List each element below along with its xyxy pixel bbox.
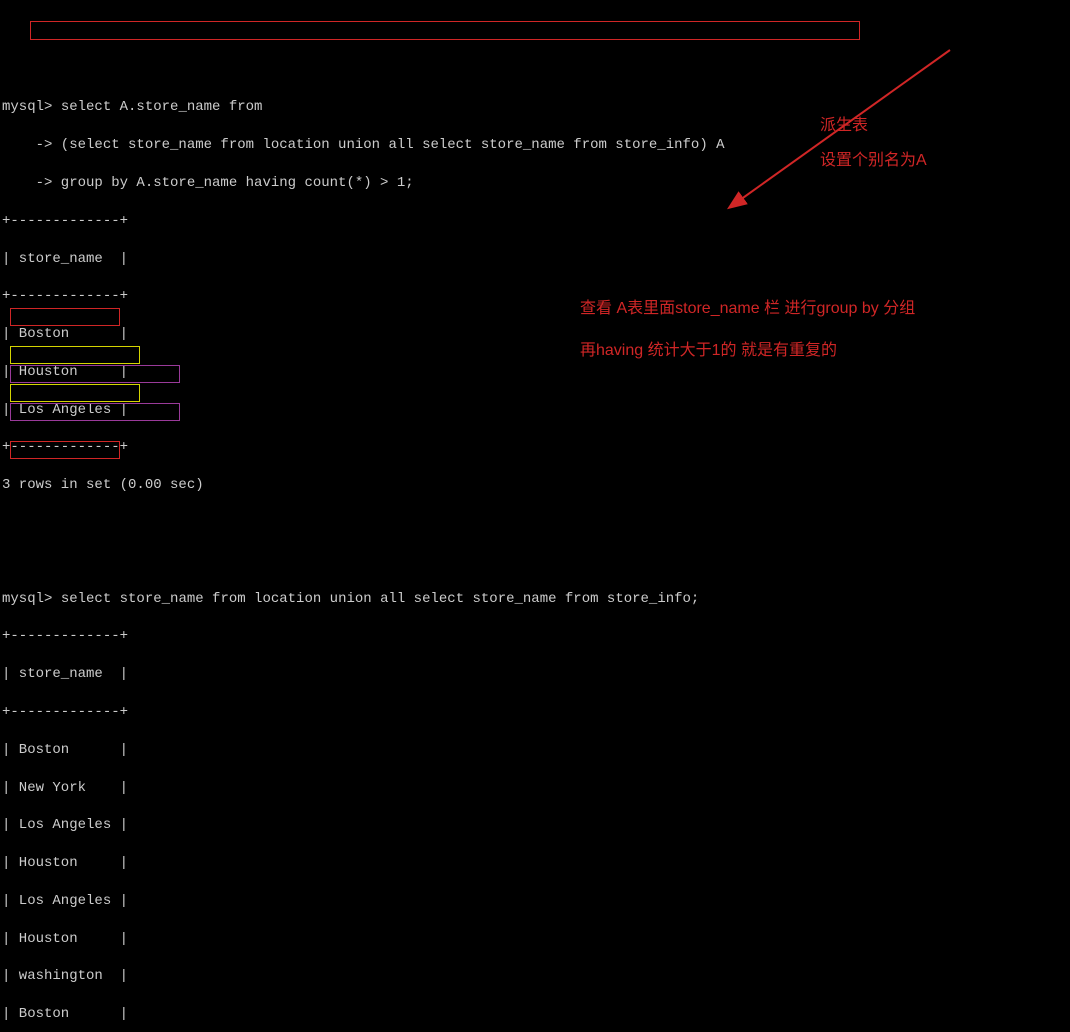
mysql-prompt: mysql> [2,591,52,607]
table-row: | Boston | [2,1005,1068,1024]
highlight-la-1 [10,346,140,364]
table-row: | Los Angeles | [2,401,1068,420]
annotation-having: 再having 统计大于1的 就是有重复的 [580,340,837,362]
mysql-prompt: mysql> [2,99,52,115]
annotation-groupby: 查看 A表里面store_name 栏 进行group by 分组 [580,298,915,320]
annotation-derived-table: 派生表 [820,115,868,137]
table-row: | Los Angeles | [2,816,1068,835]
table-separator: +-------------+ [2,212,1068,231]
table-separator: +-------------+ [2,438,1068,457]
table-header: | store_name | [2,250,1068,269]
table-row: | Los Angeles | [2,892,1068,911]
table-row: | Boston | [2,325,1068,344]
table-separator: +-------------+ [2,703,1068,722]
highlight-boston-1 [10,308,120,326]
sql-prompt-line: mysql> select store_name from location u… [2,590,1068,609]
result-footer: 3 rows in set (0.00 sec) [2,476,1068,495]
sql-text: select store_name from location union al… [52,591,699,607]
sql-text: select A.store_name from [52,99,262,115]
table-row: | Houston | [2,930,1068,949]
highlight-la-2 [10,384,140,402]
table-row: | Houston | [2,854,1068,873]
annotation-alias: 设置个别名为A [820,150,927,172]
table-row: | washington | [2,967,1068,986]
table-row: | New York | [2,779,1068,798]
sql-prompt-line: mysql> select A.store_name from [2,98,1068,117]
annotation-box-subquery [30,21,860,40]
table-row: | Houston | [2,363,1068,382]
table-header: | store_name | [2,665,1068,684]
table-row: | Boston | [2,741,1068,760]
blank-line [2,514,1068,533]
sql-continuation: -> group by A.store_name having count(*)… [2,174,1068,193]
table-separator: +-------------+ [2,627,1068,646]
